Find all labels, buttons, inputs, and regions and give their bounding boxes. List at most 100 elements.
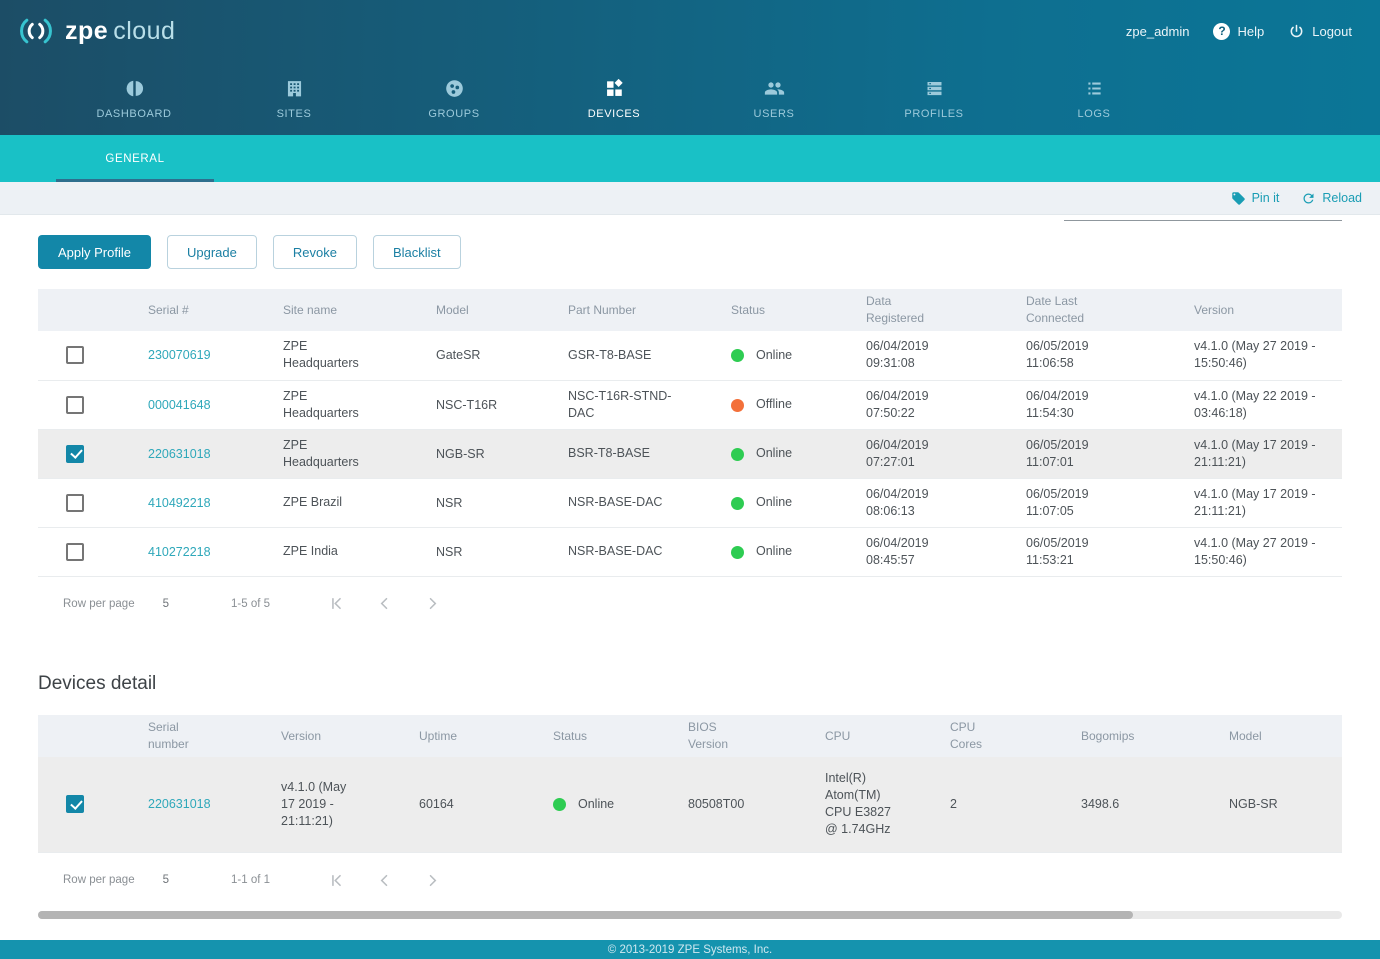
tab-general[interactable]: GENERAL bbox=[56, 135, 214, 182]
uptime-cell: 60164 bbox=[419, 757, 553, 853]
serial-link[interactable]: 410492218 bbox=[148, 496, 211, 510]
status-label: Online bbox=[756, 446, 792, 460]
nav-item-users[interactable]: USERS bbox=[694, 62, 854, 135]
app-window: zpecloud zpe_admin Help Logout bbox=[0, 0, 1380, 959]
rows-per-page-label: Row per page bbox=[63, 598, 135, 610]
part-cell: NSC-T16R-STND-DAC bbox=[568, 388, 683, 422]
nav-item-devices[interactable]: DEVICES bbox=[534, 62, 694, 135]
row-checkbox[interactable] bbox=[66, 494, 84, 512]
action-buttons: Apply Profile Upgrade Revoke Blacklist bbox=[38, 235, 1342, 269]
model-cell: NGB-SR bbox=[1229, 757, 1342, 853]
connected-cell: 06/05/2019 11:07:01 bbox=[1026, 437, 1116, 471]
page-range-label: 1-1 of 1 bbox=[231, 874, 270, 886]
site-cell: ZPE Headquarters bbox=[283, 437, 378, 471]
status-label: Online bbox=[756, 348, 792, 362]
scrollbar-thumb[interactable] bbox=[38, 911, 1133, 919]
nav-item-logs[interactable]: LOGS bbox=[1014, 62, 1174, 135]
nav-item-groups[interactable]: GROUPS bbox=[374, 62, 534, 135]
search-input[interactable] bbox=[1064, 191, 1342, 221]
version-cell: v4.1.0 (May 17 2019 - 21:11:21) bbox=[1194, 486, 1326, 520]
sites-building-icon bbox=[284, 78, 305, 99]
col-site-name: Site name bbox=[283, 289, 436, 331]
revoke-button[interactable]: Revoke bbox=[273, 235, 357, 269]
col-data-registered: Data Registered bbox=[866, 289, 1026, 331]
next-page-button[interactable] bbox=[408, 871, 456, 890]
apply-profile-button[interactable]: Apply Profile bbox=[38, 235, 151, 269]
serial-link[interactable]: 230070619 bbox=[148, 348, 211, 362]
zpe-logo-icon bbox=[16, 11, 56, 51]
first-page-button[interactable] bbox=[312, 871, 360, 890]
page-range-label: 1-5 of 5 bbox=[231, 598, 270, 610]
row-checkbox[interactable] bbox=[66, 543, 84, 561]
col-cpu-cores: CPU Cores bbox=[950, 715, 1081, 757]
col-date-last-connected: Date Last Connected bbox=[1026, 289, 1194, 331]
version-cell: v4.1.0 (May 17 2019 - 21:11:21) bbox=[1194, 437, 1326, 471]
site-cell: ZPE Headquarters bbox=[283, 388, 378, 422]
col-serial-number: Serial number bbox=[148, 715, 281, 757]
col-bogomips: Bogomips bbox=[1081, 715, 1229, 757]
model-cell: NGB-SR bbox=[436, 429, 568, 478]
model-cell: NSR bbox=[436, 527, 568, 576]
col-status: Status bbox=[553, 715, 688, 757]
next-page-button[interactable] bbox=[408, 594, 456, 613]
chevron-left-icon bbox=[375, 594, 394, 613]
chevron-left-icon bbox=[375, 871, 394, 890]
part-cell: NSR-BASE-DAC bbox=[568, 543, 662, 560]
connected-cell: 06/05/2019 11:06:58 bbox=[1026, 338, 1116, 372]
part-cell: NSR-BASE-DAC bbox=[568, 494, 662, 511]
nav-item-profiles[interactable]: PROFILES bbox=[854, 62, 1014, 135]
serial-link[interactable]: 410272218 bbox=[148, 545, 211, 559]
registered-cell: 06/04/2019 07:50:22 bbox=[866, 388, 956, 422]
rows-per-page-select[interactable]: 5 bbox=[163, 598, 187, 610]
cpu-cell: Intel(R) Atom(TM) CPU E3827 @ 1.74GHz bbox=[825, 770, 893, 838]
part-cell: BSR-T8-BASE bbox=[568, 445, 650, 462]
col-version: Version bbox=[1194, 289, 1342, 331]
connected-cell: 06/04/2019 11:54:30 bbox=[1026, 388, 1116, 422]
serial-link[interactable]: 000041648 bbox=[148, 398, 211, 412]
power-icon bbox=[1288, 23, 1305, 40]
registered-cell: 06/04/2019 07:27:01 bbox=[866, 437, 956, 471]
row-checkbox[interactable] bbox=[66, 795, 84, 813]
help-button[interactable]: Help bbox=[1213, 23, 1264, 40]
registered-cell: 06/04/2019 09:31:08 bbox=[866, 338, 956, 372]
nav-item-dashboard[interactable]: DASHBOARD bbox=[54, 62, 214, 135]
nav-item-sites[interactable]: SITES bbox=[214, 62, 374, 135]
devices-pagination: Row per page 5 1-5 of 5 bbox=[38, 587, 1342, 621]
status-label: Online bbox=[578, 797, 614, 811]
devices-icon bbox=[604, 78, 625, 99]
row-checkbox[interactable] bbox=[66, 396, 84, 414]
devices-detail-title: Devices detail bbox=[38, 673, 1342, 695]
horizontal-scrollbar bbox=[38, 911, 1342, 919]
part-cell: GSR-T8-BASE bbox=[568, 347, 651, 364]
version-cell: v4.1.0 (May 27 2019 - 15:50:46) bbox=[1194, 535, 1326, 569]
status-dot bbox=[553, 798, 566, 811]
top-bar: zpecloud zpe_admin Help Logout bbox=[0, 0, 1380, 135]
profiles-icon bbox=[924, 78, 945, 99]
version-cell: v4.1.0 (May 17 2019 - 21:11:21) bbox=[281, 779, 361, 830]
row-checkbox[interactable] bbox=[66, 346, 84, 364]
connected-cell: 06/05/2019 11:53:21 bbox=[1026, 535, 1116, 569]
users-icon bbox=[764, 78, 785, 99]
upgrade-button[interactable]: Upgrade bbox=[167, 235, 257, 269]
table-header-row: Serial # Site name Model Part Number Sta… bbox=[38, 289, 1342, 331]
col-bios-version: BIOS Version bbox=[688, 715, 825, 757]
status-label: Online bbox=[756, 544, 792, 558]
logout-button[interactable]: Logout bbox=[1288, 23, 1352, 40]
rows-per-page-label: Row per page bbox=[63, 874, 135, 886]
zpe-cloud-logo[interactable]: zpecloud bbox=[16, 11, 175, 51]
row-checkbox[interactable] bbox=[66, 445, 84, 463]
blacklist-button[interactable]: Blacklist bbox=[373, 235, 461, 269]
serial-link[interactable]: 220631018 bbox=[148, 797, 211, 811]
first-page-icon bbox=[327, 594, 346, 613]
previous-page-button[interactable] bbox=[360, 594, 408, 613]
first-page-button[interactable] bbox=[312, 594, 360, 613]
rows-per-page-select[interactable]: 5 bbox=[163, 874, 187, 886]
status-label: Offline bbox=[756, 397, 792, 411]
serial-link[interactable]: 220631018 bbox=[148, 447, 211, 461]
previous-page-button[interactable] bbox=[360, 871, 408, 890]
bios-cell: 80508T00 bbox=[688, 757, 825, 853]
bogomips-cell: 3498.6 bbox=[1081, 757, 1229, 853]
status-label: Online bbox=[756, 495, 792, 509]
site-cell: ZPE India bbox=[283, 543, 338, 560]
site-cell: ZPE Brazil bbox=[283, 494, 342, 511]
